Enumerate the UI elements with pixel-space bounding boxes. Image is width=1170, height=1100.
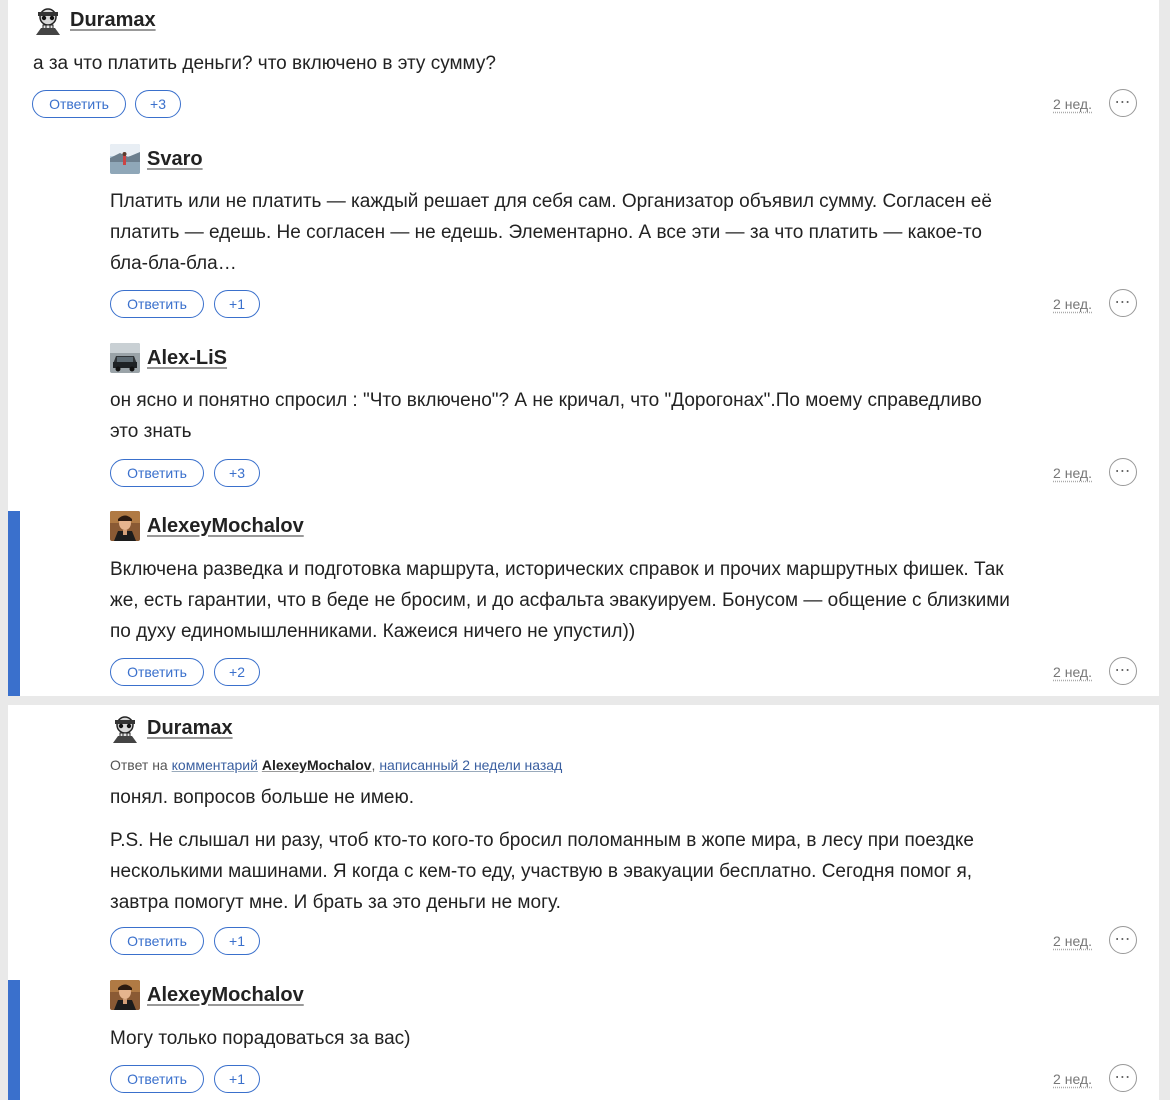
- vote-count-button[interactable]: +3: [135, 90, 181, 118]
- author-name[interactable]: Svaro: [147, 148, 203, 171]
- comment-text: понял. вопросов больше не имею. P.S. Не …: [110, 782, 1010, 918]
- comment-paragraph: Платить или не платить — каждый решает д…: [110, 191, 992, 274]
- comment-text: Могу только порадоваться за вас): [110, 1023, 1010, 1054]
- vote-count-button[interactable]: +2: [214, 658, 260, 686]
- comment-thread-panel: Duramax а за что платить деньги? что вкл…: [8, 0, 1159, 696]
- author-name[interactable]: Duramax: [147, 717, 233, 740]
- author-name[interactable]: AlexeyMochalov: [147, 984, 304, 1007]
- comment-timestamp[interactable]: 2 нед.: [1053, 933, 1092, 949]
- avatar-skull-icon[interactable]: [110, 713, 140, 743]
- comment-paragraph: Могу только порадоваться за вас): [110, 1028, 411, 1049]
- comment-text: Включена разведка и подготовка маршрута,…: [110, 554, 1010, 647]
- avatar-portrait-icon[interactable]: [110, 980, 140, 1010]
- vote-count-button[interactable]: +3: [214, 459, 260, 487]
- comment-timestamp[interactable]: 2 нед.: [1053, 465, 1092, 481]
- reply-button[interactable]: Ответить: [110, 459, 204, 487]
- reply-button[interactable]: Ответить: [110, 1065, 204, 1093]
- comment-paragraph: он ясно и понятно спросил : "Что включен…: [110, 390, 982, 442]
- comment-timestamp[interactable]: 2 нед.: [1053, 296, 1092, 312]
- comment-paragraph: а за что платить деньги? что включено в …: [33, 53, 496, 74]
- more-options-icon[interactable]: ⋯: [1109, 1064, 1137, 1092]
- avatar-car-icon[interactable]: [110, 343, 140, 373]
- avatar-skull-icon[interactable]: [33, 5, 63, 35]
- vote-count-button[interactable]: +1: [214, 927, 260, 955]
- more-options-icon[interactable]: ⋯: [1109, 458, 1137, 486]
- comment-timestamp[interactable]: 2 нед.: [1053, 664, 1092, 680]
- more-options-icon[interactable]: ⋯: [1109, 289, 1137, 317]
- reply-context: Ответ на комментарий AlexeyMochalov, нап…: [110, 757, 563, 773]
- reply-button[interactable]: Ответить: [110, 927, 204, 955]
- avatar-landscape-icon[interactable]: [110, 144, 140, 174]
- written-time-link[interactable]: написанный 2 недели назад: [379, 757, 562, 773]
- comment-text: Платить или не платить — каждый решает д…: [110, 186, 1010, 279]
- comment-timestamp[interactable]: 2 нед.: [1053, 1071, 1092, 1087]
- more-options-icon[interactable]: ⋯: [1109, 657, 1137, 685]
- comment-link[interactable]: комментарий: [172, 757, 258, 773]
- comment-paragraph: P.S. Не слышал ни разу, чтоб кто-то кого…: [110, 830, 974, 913]
- more-options-icon[interactable]: ⋯: [1109, 926, 1137, 954]
- reply-button[interactable]: Ответить: [32, 90, 126, 118]
- author-name[interactable]: AlexeyMochalov: [147, 515, 304, 538]
- comment-paragraph: понял. вопросов больше не имею.: [110, 787, 415, 808]
- more-options-icon[interactable]: ⋯: [1109, 89, 1137, 117]
- author-name[interactable]: Duramax: [70, 9, 156, 32]
- author-name[interactable]: Alex-LiS: [147, 347, 227, 370]
- reply-to-user-link[interactable]: AlexeyMochalov: [262, 757, 372, 773]
- vote-count-button[interactable]: +1: [214, 290, 260, 318]
- comment-paragraph: Включена разведка и подготовка маршрута,…: [110, 559, 1010, 642]
- avatar-portrait-icon[interactable]: [110, 511, 140, 541]
- comment-text: а за что платить деньги? что включено в …: [33, 48, 933, 79]
- reply-button[interactable]: Ответить: [110, 658, 204, 686]
- comment-text: он ясно и понятно спросил : "Что включен…: [110, 385, 1010, 447]
- vote-count-button[interactable]: +1: [214, 1065, 260, 1093]
- reply-prefix: Ответ на: [110, 757, 168, 773]
- reply-button[interactable]: Ответить: [110, 290, 204, 318]
- reply-thread-panel: Duramax Ответ на комментарий AlexeyMocha…: [8, 705, 1159, 1100]
- comment-timestamp[interactable]: 2 нед.: [1053, 96, 1092, 112]
